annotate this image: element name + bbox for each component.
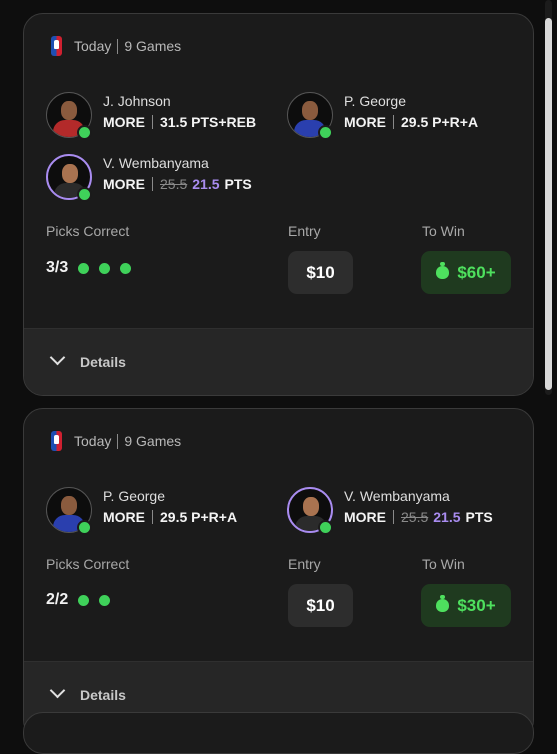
old-line: 25.5: [401, 509, 429, 525]
header-divider: [117, 38, 119, 54]
line-divider: [393, 115, 394, 129]
header-games: 9 Games: [124, 38, 182, 54]
line-divider: [152, 510, 153, 524]
correct-dot-icon: [78, 262, 90, 274]
status-dot-icon: [77, 187, 92, 202]
money-bag-icon: [436, 595, 450, 612]
player-name: P. George: [103, 488, 166, 504]
player-name: P. George: [344, 93, 407, 109]
card-header: Today 9 Games: [51, 36, 181, 56]
pick-direction: MORE: [103, 176, 145, 192]
scrollbar-thumb[interactable]: [545, 18, 552, 390]
picks-correct-value: 2/2: [46, 591, 69, 608]
to-win-label: To Win: [422, 556, 465, 572]
pick-stat: P+R+A: [191, 509, 238, 525]
chevron-down-icon: [49, 682, 66, 699]
pick-direction: MORE: [103, 114, 145, 130]
next-entry-card[interactable]: [23, 712, 534, 754]
line-divider: [152, 177, 153, 191]
player-pick[interactable]: V. Wembanyama MORE 25.5 21.5 PTS: [287, 487, 527, 535]
player-head-icon: [62, 164, 78, 183]
to-win-amount: $30+: [421, 584, 511, 627]
line-divider: [152, 115, 153, 129]
player-head-icon: [302, 101, 318, 120]
line-divider: [393, 510, 394, 524]
nba-logo-icon: [51, 431, 62, 451]
old-line: 25.5: [160, 176, 188, 192]
correct-dot-icon: [78, 594, 90, 606]
player-line: MORE 25.5 21.5 PTS: [344, 509, 493, 525]
pick-line: 29.5: [160, 509, 188, 525]
player-line: MORE 29.5 P+R+A: [344, 114, 478, 130]
pick-line: 21.5: [192, 176, 220, 192]
picks-correct-value: 3/3: [46, 259, 69, 276]
to-win-amount: $60+: [421, 251, 511, 294]
player-head-icon: [61, 496, 77, 515]
chevron-down-icon: [49, 349, 66, 366]
player-name: V. Wembanyama: [103, 155, 209, 171]
pick-stat: PTS+REB: [191, 114, 257, 130]
entry-label: Entry: [288, 223, 321, 239]
pick-direction: MORE: [344, 114, 386, 130]
details-toggle[interactable]: Details: [24, 328, 533, 395]
player-pick[interactable]: J. Johnson MORE 31.5 PTS+REB: [46, 92, 286, 140]
player-head-icon: [303, 497, 319, 516]
correct-dot-icon: [120, 262, 132, 274]
header-divider: [117, 433, 119, 449]
header-games: 9 Games: [124, 433, 182, 449]
details-label: Details: [80, 354, 126, 370]
player-line: MORE 25.5 21.5 PTS: [103, 176, 252, 192]
correct-dot-icon: [99, 594, 111, 606]
nba-logo-icon: [51, 36, 62, 56]
player-pick[interactable]: P. George MORE 29.5 P+R+A: [46, 487, 286, 535]
status-dot-icon: [77, 125, 92, 140]
status-dot-icon: [318, 125, 333, 140]
header-day: Today: [74, 433, 112, 449]
player-pick[interactable]: P. George MORE 29.5 P+R+A: [287, 92, 527, 140]
entry-label: Entry: [288, 556, 321, 572]
player-name: J. Johnson: [103, 93, 171, 109]
correct-dot-icon: [99, 262, 111, 274]
status-dot-icon: [318, 520, 333, 535]
picks-correct: 3/3: [46, 259, 132, 277]
entry-card[interactable]: Today 9 Games P. George MORE 29.5 P+R+A …: [23, 408, 534, 740]
entry-amount: $10: [288, 251, 353, 294]
player-name: V. Wembanyama: [344, 488, 450, 504]
card-header: Today 9 Games: [51, 431, 181, 451]
pick-stat: P+R+A: [432, 114, 479, 130]
pick-direction: MORE: [344, 509, 386, 525]
pick-stat: PTS: [465, 509, 493, 525]
header-day: Today: [74, 38, 112, 54]
picks-correct-label: Picks Correct: [46, 223, 130, 239]
picks-correct-label: Picks Correct: [46, 556, 130, 572]
to-win-label: To Win: [422, 223, 465, 239]
picks-correct: 2/2: [46, 591, 111, 609]
entry-card[interactable]: Today 9 Games J. Johnson MORE 31.5 PTS+R…: [23, 13, 534, 396]
pick-line: 21.5: [433, 509, 461, 525]
money-bag-icon: [436, 262, 450, 279]
details-label: Details: [80, 687, 126, 703]
player-head-icon: [61, 101, 77, 120]
entry-amount: $10: [288, 584, 353, 627]
pick-stat: PTS: [224, 176, 252, 192]
player-line: MORE 31.5 PTS+REB: [103, 114, 256, 130]
player-line: MORE 29.5 P+R+A: [103, 509, 237, 525]
pick-line: 31.5: [160, 114, 188, 130]
status-dot-icon: [77, 520, 92, 535]
pick-line: 29.5: [401, 114, 429, 130]
pick-direction: MORE: [103, 509, 145, 525]
to-win-value: $60+: [457, 262, 496, 282]
to-win-value: $30+: [457, 595, 496, 615]
player-pick[interactable]: V. Wembanyama MORE 25.5 21.5 PTS: [46, 154, 306, 202]
